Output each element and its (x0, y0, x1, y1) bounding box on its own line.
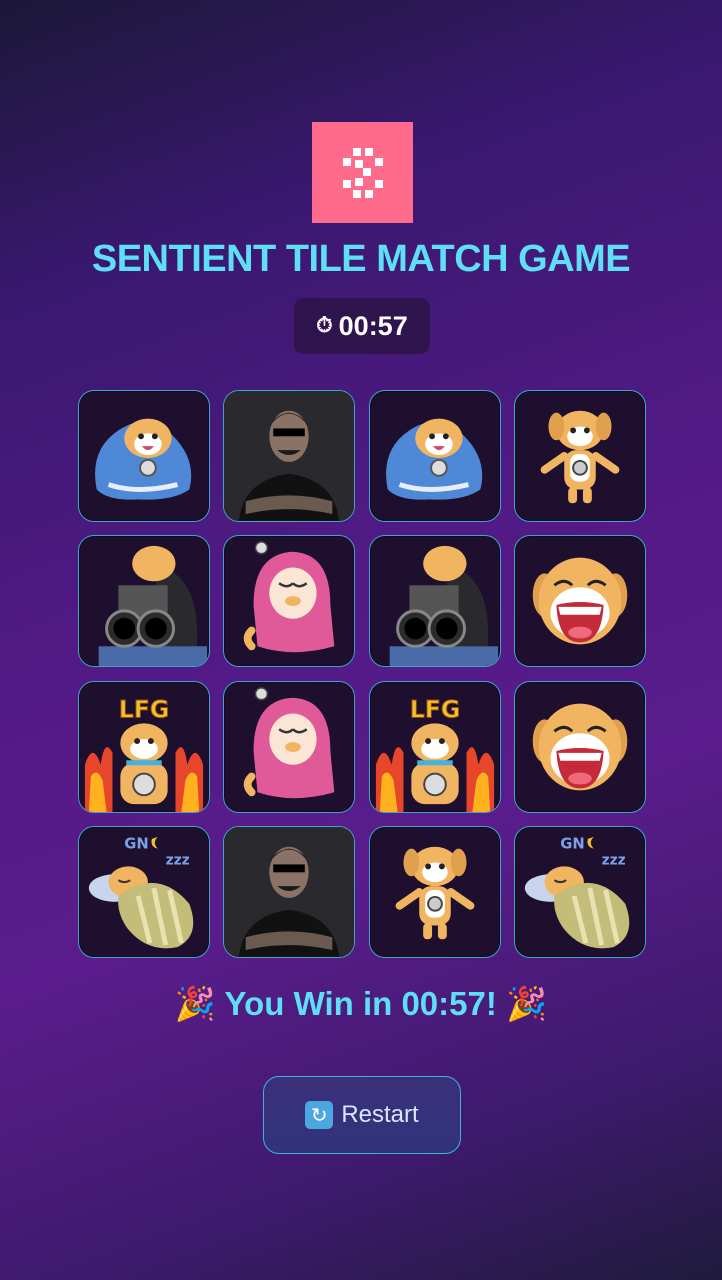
tile-man-sunglasses[interactable] (223, 825, 356, 958)
tile-dog-sleeping-gn[interactable]: GN zzz (78, 825, 210, 958)
man-sunglasses-sticker (224, 826, 355, 957)
tile-dog-sleeping-gn[interactable]: GN zzz (513, 825, 646, 958)
zzz-sticker-text: zzz (602, 852, 626, 868)
restart-icon: ↻ (305, 1101, 334, 1129)
tile-dog-hijab[interactable] (223, 680, 356, 813)
tile-dog-laughing[interactable] (513, 680, 646, 813)
man-sunglasses-sticker (224, 391, 355, 521)
tile-dog-lfg-fire[interactable]: LFG (368, 680, 501, 813)
sentient-logo-icon (312, 122, 413, 223)
tile-grid: LFG LFG GN zzz GN zzz (78, 390, 646, 958)
dog-shotgun-sticker (98, 546, 208, 667)
dog-lfg-fire-sticker: LFG (84, 695, 204, 812)
dog-sleeping-gn-sticker: GN zzz (88, 836, 194, 949)
gn-sticker-text: GN (560, 836, 584, 853)
lfg-sticker-text: LFG (409, 695, 460, 723)
dog-blanket-sticker (385, 418, 482, 500)
tile-dog-lfg-fire[interactable]: LFG (78, 680, 210, 813)
tile-dog-blanket[interactable] (78, 390, 210, 522)
dog-hijab-sticker (244, 686, 335, 798)
gn-sticker-text: GN (124, 836, 148, 853)
dog-shrug-sticker (540, 410, 620, 504)
page-title: SENTIENT TILE MATCH GAME (91, 238, 631, 280)
sentient-logo-mark (342, 147, 383, 198)
restart-button[interactable]: ↻ Restart (263, 1076, 461, 1154)
tile-dog-shotgun[interactable] (368, 535, 501, 668)
tile-dog-hijab[interactable] (223, 535, 356, 668)
tile-dog-shrug[interactable] (513, 390, 646, 522)
tile-dog-shrug[interactable] (368, 825, 501, 958)
dog-sleeping-gn-sticker: GN zzz (524, 836, 630, 949)
timer-display: ⏱ 00:57 (294, 298, 430, 354)
restart-label: Restart (341, 1101, 419, 1128)
lfg-sticker-text: LFG (119, 695, 170, 723)
dog-laughing-sticker (532, 557, 628, 645)
zzz-sticker-text: zzz (166, 852, 190, 868)
dog-shotgun-sticker (389, 546, 498, 667)
stopwatch-icon: ⏱ (316, 314, 333, 337)
dog-laughing-sticker (532, 703, 628, 790)
dog-blanket-sticker (95, 418, 192, 500)
tile-dog-shotgun[interactable] (78, 535, 210, 668)
win-message: 🎉 You Win in 00:57! 🎉 (174, 985, 548, 1022)
timer-value: 00:57 (338, 310, 408, 341)
dog-lfg-fire-sticker: LFG (375, 695, 494, 812)
tile-man-sunglasses[interactable] (223, 390, 356, 522)
tile-dog-laughing[interactable] (513, 535, 646, 668)
dog-shrug-sticker (395, 846, 474, 940)
tile-dog-blanket[interactable] (368, 390, 501, 522)
dog-hijab-sticker (244, 541, 335, 653)
